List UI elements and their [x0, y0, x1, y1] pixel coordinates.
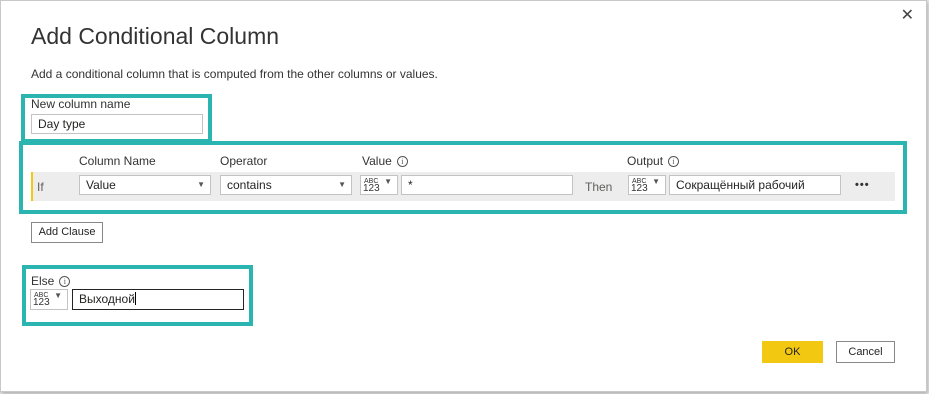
info-icon: i: [396, 156, 408, 167]
if-label: If: [37, 180, 44, 194]
operator-dropdown[interactable]: contains ▼: [220, 175, 352, 195]
ok-button[interactable]: OK: [762, 341, 823, 363]
column-name-dropdown[interactable]: Value ▼: [79, 175, 211, 195]
more-options-icon[interactable]: •••: [855, 179, 870, 191]
new-column-name-input[interactable]: Day type: [31, 114, 203, 134]
operator-value: contains: [227, 178, 272, 192]
info-icon: i: [668, 156, 680, 167]
output-type-button[interactable]: ABC 123 ▼: [628, 175, 666, 195]
output-header-label: Output: [627, 154, 664, 168]
chevron-down-icon: ▼: [384, 177, 392, 186]
column-name-header: Column Name: [79, 154, 156, 168]
value-header: Value i: [362, 154, 408, 168]
chevron-down-icon: ▼: [197, 180, 205, 189]
operator-header: Operator: [220, 154, 268, 168]
value-type-button[interactable]: ABC 123 ▼: [360, 175, 398, 195]
else-value-input[interactable]: Выходной: [72, 289, 244, 310]
add-conditional-column-dialog: ✕ Add Conditional Column Add a condition…: [0, 0, 927, 392]
clause-row: If Value ▼ contains ▼ ABC 123 ▼ * Then A…: [31, 172, 895, 201]
add-clause-button[interactable]: Add Clause: [31, 222, 103, 243]
close-icon[interactable]: ✕: [901, 7, 914, 25]
dialog-description: Add a conditional column that is compute…: [31, 67, 438, 81]
chevron-down-icon: ▼: [338, 180, 346, 189]
num-123-icon: 123: [363, 183, 380, 194]
value-header-label: Value: [362, 154, 392, 168]
else-label-wrap: Else i: [31, 274, 71, 288]
dialog-title: Add Conditional Column: [31, 23, 280, 49]
chevron-down-icon: ▼: [54, 291, 62, 300]
new-column-label: New column name: [31, 97, 131, 111]
num-123-icon: 123: [631, 183, 648, 194]
else-label: Else: [31, 274, 55, 288]
column-name-value: Value: [86, 178, 116, 192]
cancel-button[interactable]: Cancel: [836, 341, 895, 363]
else-type-button[interactable]: ABC 123 ▼: [30, 289, 68, 310]
then-label: Then: [585, 180, 613, 194]
output-input[interactable]: Сокращённый рабочий: [669, 175, 841, 195]
value-input[interactable]: *: [401, 175, 573, 195]
output-header: Output i: [627, 154, 680, 168]
text-cursor: [134, 292, 136, 305]
else-value: Выходной: [79, 292, 135, 306]
num-123-icon: 123: [33, 297, 50, 308]
info-icon: i: [59, 276, 71, 287]
chevron-down-icon: ▼: [652, 177, 660, 186]
